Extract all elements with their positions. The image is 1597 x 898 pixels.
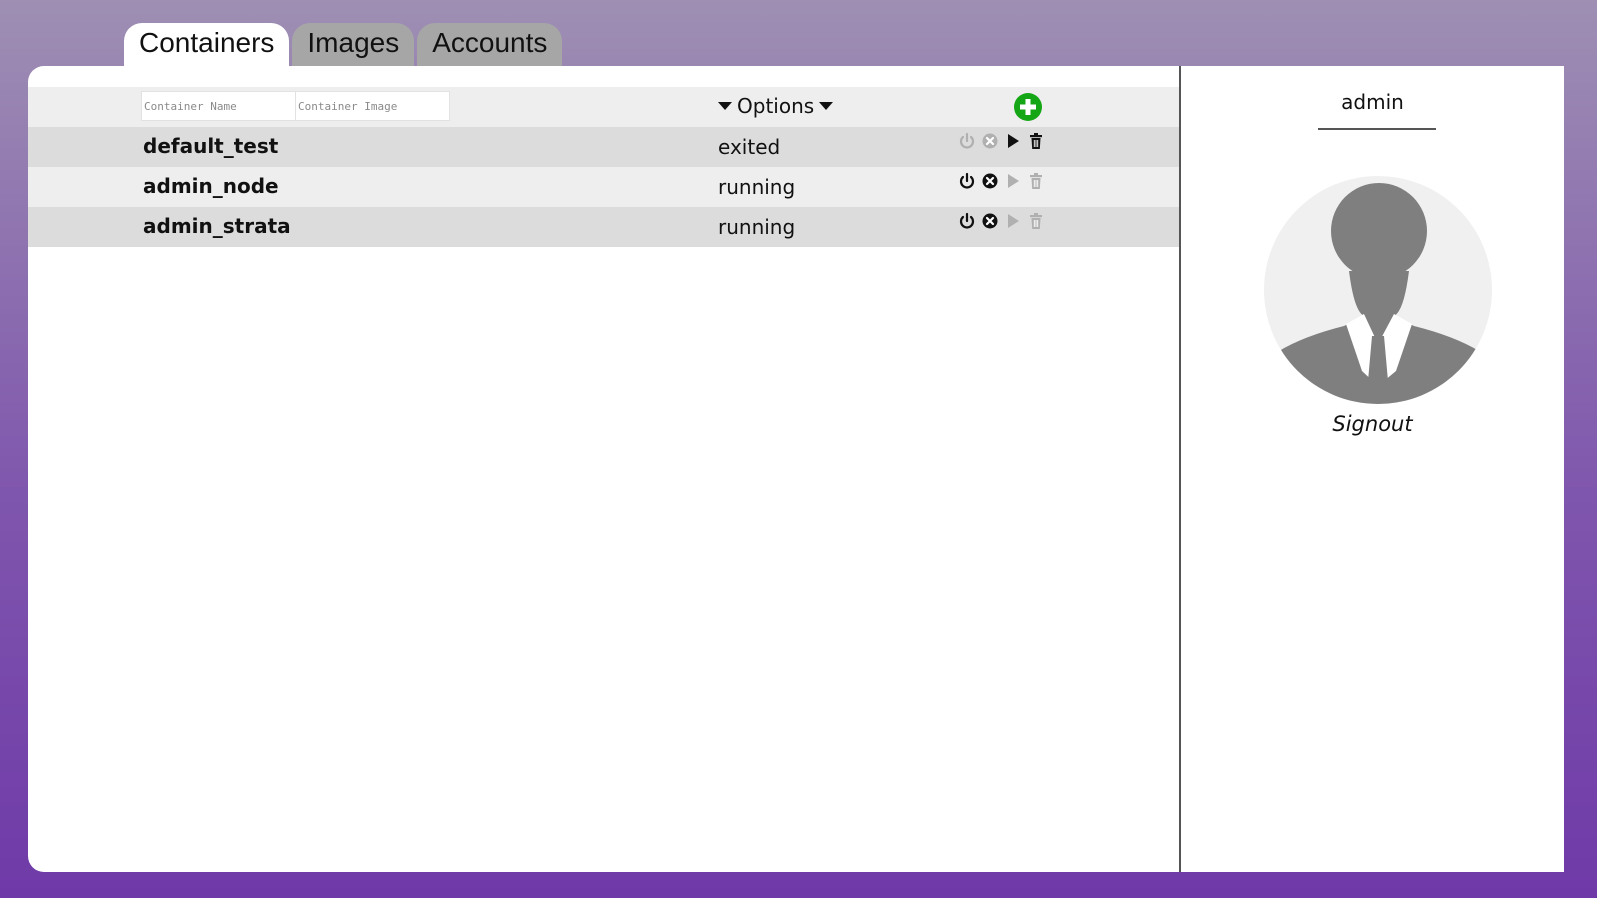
tab-images[interactable]: Images: [292, 23, 415, 66]
container-status: exited: [718, 135, 781, 159]
tab-accounts[interactable]: Accounts: [417, 23, 563, 66]
options-dropdown[interactable]: Options: [718, 94, 834, 118]
caret-down-icon: [718, 102, 732, 110]
container-name: admin_strata: [143, 214, 291, 238]
container-status: running: [718, 175, 796, 199]
table-row: default_test exited: [28, 127, 1179, 167]
tab-bar: Containers Images Accounts: [124, 23, 563, 66]
user-panel: admin Signout: [1181, 66, 1564, 872]
container-name: admin_node: [143, 174, 279, 198]
main-panel: Options default_testexited admin_noderun…: [28, 66, 1564, 872]
avatar: [1264, 176, 1492, 404]
add-container-button[interactable]: [1014, 93, 1042, 121]
tab-containers[interactable]: Containers: [124, 23, 290, 66]
container-actions: [958, 172, 1045, 190]
containers-list: Options default_testexited admin_noderun…: [28, 66, 1179, 872]
container-image-filter-input[interactable]: [295, 91, 450, 121]
user-silhouette-icon: [1264, 183, 1492, 404]
x-circle-icon[interactable]: [981, 172, 999, 190]
signout-link[interactable]: Signout: [1181, 412, 1564, 436]
trash-icon[interactable]: [1027, 132, 1045, 150]
container-actions: [958, 132, 1045, 150]
power-icon[interactable]: [958, 172, 976, 190]
plus-circle-icon: [1020, 99, 1036, 115]
container-actions: [958, 212, 1045, 230]
x-circle-icon: [982, 133, 998, 149]
container-status: running: [718, 215, 796, 239]
play-icon[interactable]: [1004, 132, 1022, 150]
username-underline: [1318, 128, 1436, 130]
trash-icon: [1030, 213, 1042, 229]
table-row: admin_node running: [28, 167, 1179, 207]
table-row: admin_strata running: [28, 207, 1179, 247]
caret-down-icon: [819, 102, 834, 110]
options-label: Options: [737, 94, 815, 118]
filter-header-row: Options: [28, 87, 1179, 127]
play-icon: [1008, 214, 1019, 228]
container-name: default_test: [143, 134, 279, 158]
trash-icon: [1030, 173, 1042, 189]
username-label: admin: [1341, 90, 1404, 114]
power-icon[interactable]: [958, 212, 976, 230]
x-circle-icon[interactable]: [981, 212, 999, 230]
play-icon: [1008, 174, 1019, 188]
container-name-filter-input[interactable]: [141, 91, 296, 121]
power-icon: [959, 132, 975, 149]
